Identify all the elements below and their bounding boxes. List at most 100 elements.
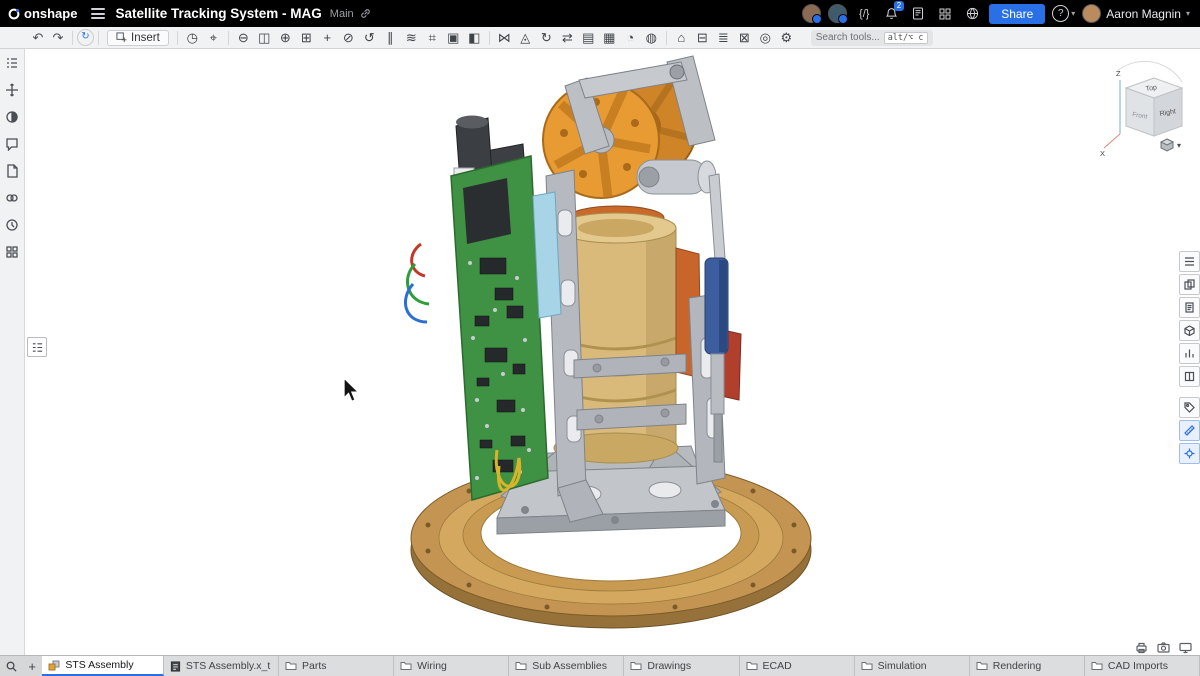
- mouse-cursor: [344, 378, 359, 401]
- tab-simulation[interactable]: Simulation: [855, 656, 970, 676]
- onshape-logo-icon: [8, 8, 20, 20]
- onshape-logo[interactable]: onshape: [8, 6, 77, 21]
- tag-panel-icon[interactable]: [1179, 397, 1200, 418]
- tab-sub-assemblies[interactable]: Sub Assemblies: [509, 656, 624, 676]
- tab-sts-assembly-xt[interactable]: STS Assembly.x_t: [164, 656, 279, 676]
- document-panel-icon[interactable]: [3, 162, 21, 180]
- tab-sts-assembly[interactable]: STS Assembly: [42, 656, 164, 676]
- tangent-mate-icon[interactable]: ≋: [401, 29, 422, 47]
- chevron-down-icon: ▾: [1186, 9, 1190, 18]
- mate-connector-icon[interactable]: ⌖: [203, 29, 224, 47]
- viewcube-x-axis-label: X: [1100, 149, 1105, 158]
- branch-label[interactable]: Main: [330, 8, 354, 20]
- undo-icon[interactable]: ↶: [28, 30, 48, 46]
- viewport-3d-model[interactable]: [25, 48, 1200, 655]
- tab-drawings[interactable]: Drawings: [624, 656, 739, 676]
- appearance-icon[interactable]: [3, 108, 21, 126]
- parallel-mate-icon[interactable]: ∥: [380, 29, 401, 47]
- cylindrical-mate-icon[interactable]: ⊘: [338, 29, 359, 47]
- shock-absorber-part[interactable]: [689, 174, 741, 484]
- link-references-icon[interactable]: [3, 189, 21, 207]
- mate-icon[interactable]: ◷: [182, 29, 203, 47]
- collaborator-avatar[interactable]: [802, 4, 821, 23]
- copy-panel-icon[interactable]: [1179, 274, 1200, 295]
- tab-wiring[interactable]: Wiring: [394, 656, 509, 676]
- reference-panel-icon[interactable]: [1179, 366, 1200, 387]
- display-style-button[interactable]: ▾: [1160, 138, 1181, 152]
- import-file-icon: [170, 661, 181, 672]
- user-menu[interactable]: Aaron Magnin ▾: [1082, 4, 1190, 23]
- print-icon[interactable]: [1133, 641, 1149, 654]
- rollback-icon[interactable]: ↻: [77, 29, 94, 46]
- share-button[interactable]: Share: [989, 4, 1045, 24]
- explode-icon[interactable]: ◔: [620, 29, 641, 47]
- help-menu[interactable]: ? ▾: [1052, 5, 1075, 22]
- notifications-bell-icon[interactable]: 2: [881, 5, 901, 23]
- screw-relation-icon[interactable]: ⋈: [494, 29, 515, 47]
- bom-icon[interactable]: ≣: [713, 29, 734, 47]
- linear-pattern-icon[interactable]: ↻: [536, 29, 557, 47]
- tab-ecad[interactable]: ECAD: [740, 656, 855, 676]
- section-view-icon[interactable]: ⊟: [692, 29, 713, 47]
- folder-icon: [400, 661, 412, 671]
- monitor-icon[interactable]: [1177, 641, 1193, 654]
- measure-icon[interactable]: ⊠: [734, 29, 755, 47]
- main-menu-icon[interactable]: [91, 6, 105, 22]
- app-header: onshape Satellite Tracking System - MAG …: [0, 0, 1200, 27]
- help-globe-icon[interactable]: [962, 5, 982, 23]
- transform-icon[interactable]: [3, 81, 21, 99]
- measure-panel-icon[interactable]: [1179, 420, 1200, 441]
- tab-rendering[interactable]: Rendering: [970, 656, 1085, 676]
- planar-mate-icon[interactable]: +: [317, 29, 338, 47]
- comment-icon[interactable]: [3, 135, 21, 153]
- ball-mate-icon[interactable]: ⌗: [422, 29, 443, 47]
- revolute-mate-icon[interactable]: ⊕: [275, 29, 296, 47]
- belt-relation-icon[interactable]: ◬: [515, 29, 536, 47]
- assembly-settings-icon[interactable]: ⚙: [776, 29, 797, 47]
- redo-icon[interactable]: ↷: [48, 30, 68, 46]
- rack-pinion-icon[interactable]: ◧: [464, 29, 485, 47]
- folder-icon: [861, 661, 873, 671]
- pin-slot-mate-icon[interactable]: ↺: [359, 29, 380, 47]
- assembly-toolbar: ↶ ↷ ↻ Insert ◷ ⌖ ⊖ ◫ ⊕ ⊞ + ⊘ ↺ ∥ ≋ ⌗ ▣ ◧…: [0, 27, 1200, 49]
- tab-cad-imports[interactable]: CAD Imports: [1085, 656, 1200, 676]
- left-sidebar: [0, 48, 25, 661]
- feature-list-icon[interactable]: [3, 54, 21, 72]
- apps-panel-icon[interactable]: [3, 243, 21, 261]
- tab-manager-icon[interactable]: [0, 656, 22, 676]
- pcb-part[interactable]: [451, 156, 561, 500]
- interference-icon[interactable]: ◎: [755, 29, 776, 47]
- tab-parts[interactable]: Parts: [279, 656, 394, 676]
- shaded-view-icon: [1160, 138, 1174, 152]
- assembly-tab-icon: [48, 660, 60, 671]
- document-tab-bar: + STS Assembly STS Assembly.x_t Parts Wi…: [0, 655, 1200, 676]
- model-cube-panel-icon[interactable]: [1179, 320, 1200, 341]
- link-icon[interactable]: [360, 8, 371, 19]
- help-icon[interactable]: ?: [1052, 5, 1069, 22]
- search-tools-input[interactable]: Search tools... alt/⌥ c: [811, 30, 933, 46]
- chart-panel-icon[interactable]: [1179, 343, 1200, 364]
- learning-center-icon[interactable]: [908, 5, 928, 23]
- collaborator-avatar[interactable]: [828, 4, 847, 23]
- app-store-grid-icon[interactable]: [935, 5, 955, 23]
- user-avatar: [1082, 4, 1101, 23]
- settings-panel-icon[interactable]: [1179, 443, 1200, 464]
- group-icon[interactable]: ⊖: [233, 29, 254, 47]
- folder-icon: [976, 661, 988, 671]
- snapshot-icon[interactable]: ◍: [641, 29, 662, 47]
- add-tab-button[interactable]: +: [22, 656, 42, 676]
- named-positions-icon[interactable]: ⌂: [671, 29, 692, 47]
- slider-mate-icon[interactable]: ⊞: [296, 29, 317, 47]
- assembly-tree-toggle[interactable]: [27, 337, 47, 357]
- mirror-icon[interactable]: ▤: [578, 29, 599, 47]
- parts-list-panel-icon[interactable]: [1179, 251, 1200, 272]
- feature-script-icon[interactable]: {/}: [854, 5, 874, 23]
- insert-button[interactable]: Insert: [107, 30, 169, 46]
- versions-history-icon[interactable]: [3, 216, 21, 234]
- circular-pattern-icon[interactable]: ⇄: [557, 29, 578, 47]
- gear-relation-icon[interactable]: ▣: [443, 29, 464, 47]
- replicate-icon[interactable]: ▦: [599, 29, 620, 47]
- fastened-mate-icon[interactable]: ◫: [254, 29, 275, 47]
- pages-panel-icon[interactable]: [1179, 297, 1200, 318]
- camera-icon[interactable]: [1155, 641, 1171, 654]
